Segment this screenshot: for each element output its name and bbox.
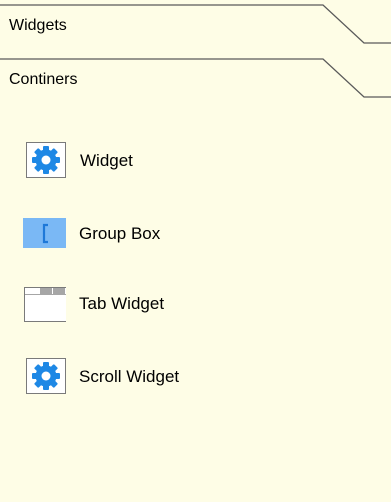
widget-box-panel: Widgets Continers Widget Group Box Tab W…: [0, 0, 391, 502]
category-tab-label: Continers: [9, 71, 78, 88]
toolbox-item-label: Tab Widget: [79, 294, 165, 313]
gear-icon: [22, 357, 66, 397]
toolbox-item-group-box[interactable]: Group Box: [22, 214, 322, 254]
group-box-icon: [22, 214, 66, 254]
toolbox-item-label: Group Box: [79, 224, 161, 243]
toolbox-item-label: Widget: [80, 151, 133, 170]
tab-widget-icon: [22, 284, 66, 324]
toolbox-item-scroll-widget[interactable]: Scroll Widget: [22, 357, 322, 397]
category-tab-containers[interactable]: Continers: [0, 54, 391, 98]
gear-icon: [22, 141, 66, 181]
toolbox-item-tab-widget[interactable]: Tab Widget: [22, 284, 322, 324]
toolbox-item-widget[interactable]: Widget: [22, 141, 322, 181]
category-tab-label: Widgets: [9, 17, 67, 34]
toolbox-item-label: Scroll Widget: [79, 367, 180, 386]
category-tab-widgets[interactable]: Widgets: [0, 0, 391, 44]
